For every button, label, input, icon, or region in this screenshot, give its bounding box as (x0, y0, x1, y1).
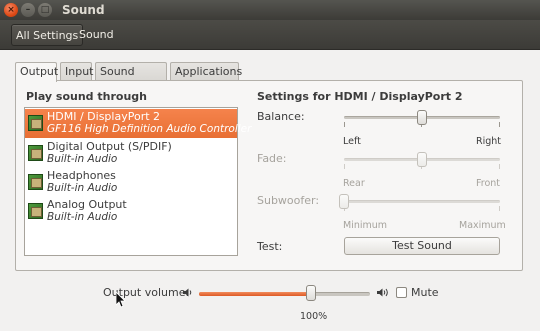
balance-left-label: Left (343, 136, 361, 147)
test-label: Test: (257, 240, 283, 253)
speaker-high-icon[interactable] (376, 287, 390, 301)
sound-card-icon (28, 203, 43, 219)
subwoofer-min-label: Minimum (343, 220, 388, 231)
mute-label: Mute (411, 286, 439, 299)
device-description: Built-in Audio (47, 153, 118, 165)
tab-output[interactable]: Output (15, 62, 58, 82)
device-item[interactable]: Analog Output Built-in Audio (25, 197, 237, 226)
test-sound-button[interactable]: Test Sound (344, 237, 500, 255)
speaker-low-icon[interactable] (182, 287, 194, 301)
subwoofer-tick (499, 206, 500, 211)
output-volume-level (199, 292, 311, 296)
device-name: Digital Output (S/PDIF) (47, 140, 172, 153)
subwoofer-slider-handle[interactable] (339, 194, 349, 209)
device-name: Headphones (47, 169, 116, 182)
settings-title: Settings for HDMI / DisplayPort 2 (257, 90, 463, 103)
device-description: GF116 High Definition Audio Controller (47, 123, 252, 135)
close-icon[interactable]: × (4, 3, 18, 17)
breadcrumb: All Settings Sound (0, 20, 540, 50)
volume-percent: 100% (300, 311, 328, 322)
balance-label: Balance: (257, 110, 305, 123)
device-item[interactable]: HDMI / DisplayPort 2 GF116 High Definiti… (25, 109, 251, 138)
play-sound-through-title: Play sound through (26, 90, 147, 103)
minimize-icon[interactable]: – (21, 3, 35, 17)
sound-card-icon (28, 115, 43, 131)
balance-tick (499, 122, 500, 127)
balance-right-label: Right (476, 136, 502, 147)
maximize-icon[interactable]: □ (38, 3, 52, 17)
fade-label: Fade: (257, 152, 287, 165)
device-item[interactable]: Headphones Built-in Audio (25, 168, 237, 197)
fade-front-label: Front (476, 178, 501, 189)
fade-rear-label: Rear (343, 178, 365, 189)
device-name: HDMI / DisplayPort 2 (47, 110, 161, 123)
balance-tick (344, 122, 345, 127)
title-bar: × – □ Sound (0, 0, 540, 20)
mute-checkbox[interactable] (396, 287, 407, 298)
sound-breadcrumb[interactable]: Sound (75, 24, 118, 46)
device-description: Built-in Audio (47, 182, 118, 194)
tab-applications[interactable]: Applications (170, 62, 242, 81)
fade-tick (499, 164, 500, 169)
all-settings-button[interactable]: All Settings (11, 24, 84, 46)
device-description: Built-in Audio (47, 211, 118, 223)
subwoofer-max-label: Maximum (459, 220, 506, 231)
output-volume-handle[interactable] (306, 285, 316, 301)
tab-input[interactable]: Input (60, 62, 93, 81)
window-title: Sound (62, 3, 105, 17)
fade-tick (344, 164, 345, 169)
tab-sound-effects[interactable]: Sound Effects (95, 62, 167, 96)
device-item[interactable]: Digital Output (S/PDIF) Built-in Audio (25, 139, 237, 168)
balance-slider-handle[interactable] (417, 110, 427, 125)
device-name: Analog Output (47, 198, 127, 211)
sound-card-icon (28, 145, 43, 161)
subwoofer-label: Subwoofer: (257, 194, 320, 207)
subwoofer-slider-track[interactable] (344, 200, 500, 203)
sound-card-icon (28, 174, 43, 190)
device-list[interactable]: HDMI / DisplayPort 2 GF116 High Definiti… (24, 107, 251, 256)
fade-slider-handle[interactable] (417, 152, 427, 167)
